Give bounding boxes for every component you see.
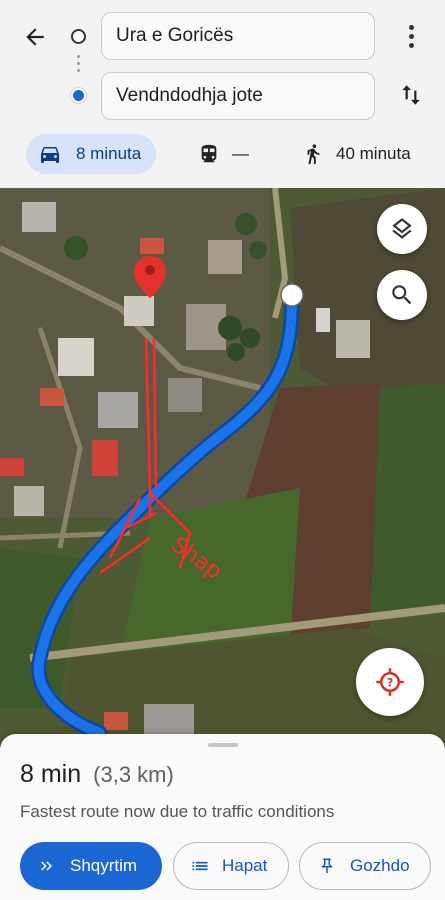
my-location-button[interactable]: ? [356, 648, 424, 716]
origin-circle-icon [71, 29, 86, 44]
back-button[interactable] [18, 20, 52, 54]
my-location-icon: ? [376, 668, 404, 696]
origin-field[interactable]: Ura e Goricës [101, 12, 375, 60]
tab-transit-label: — [232, 144, 249, 163]
chevron-right-double-icon [41, 861, 52, 871]
map-view[interactable]: Shap ? [0, 188, 445, 748]
layers-icon [392, 218, 412, 239]
steps-button[interactable]: Hapat [173, 842, 289, 890]
steps-button-label: Hapat [222, 856, 268, 875]
pin-icon [321, 858, 333, 874]
tab-transit[interactable]: — [198, 134, 249, 174]
car-icon [41, 147, 59, 163]
destination-field[interactable]: Vendndodhja jote [101, 72, 375, 120]
route-summary-sheet: 8 min (3,3 km) Fastest route now due to … [0, 734, 445, 900]
tab-walk[interactable]: 40 minuta [302, 134, 411, 174]
swap-button[interactable] [394, 78, 428, 112]
travel-mode-tabs: 8 minuta — 40 minuta [0, 132, 445, 178]
preview-button[interactable]: Shqyrtim [20, 842, 162, 890]
preview-button-label: Shqyrtim [70, 856, 138, 875]
route-distance: (3,3 km) [93, 762, 174, 787]
tab-car[interactable]: 8 minuta [26, 134, 156, 174]
more-vert-icon[interactable] [397, 20, 425, 52]
tab-walk-label: 40 minuta [336, 144, 411, 163]
route-note: Fastest route now due to traffic conditi… [20, 802, 335, 821]
pin-button-label: Gozhdo [350, 856, 410, 875]
search-icon [392, 285, 412, 305]
route-start-marker[interactable] [280, 283, 304, 307]
directions-panel: Ura e Goricës Vendndodhja jote 8 minuta … [0, 0, 445, 188]
back-arrow-icon [26, 28, 44, 46]
pin-button[interactable]: Gozhdo [299, 842, 431, 890]
search-button[interactable] [377, 270, 427, 320]
layers-button[interactable] [377, 204, 427, 254]
walk-icon [307, 144, 320, 165]
swap-icon [402, 85, 420, 105]
svg-text:?: ? [387, 676, 394, 689]
sheet-drag-handle[interactable] [208, 743, 238, 747]
train-icon [201, 144, 217, 163]
list-icon [192, 861, 208, 871]
route-duration: 8 min [20, 760, 82, 788]
tab-car-label: 8 minuta [76, 144, 142, 163]
route-dots-icon [77, 55, 80, 75]
location-dot-icon [70, 87, 87, 104]
route-summary: 8 min (3,3 km) [20, 760, 174, 789]
